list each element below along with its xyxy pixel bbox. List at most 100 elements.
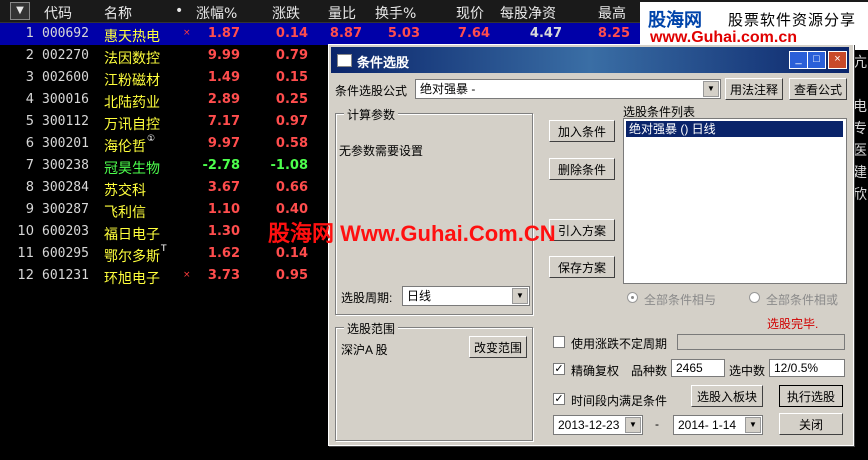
period-label: 选股周期: (341, 291, 393, 305)
mark-icon: × (183, 28, 191, 38)
header-vol-ratio[interactable]: 量比 (328, 3, 356, 23)
row-index: 9 (25, 202, 34, 217)
count-value: 2465 (676, 361, 703, 375)
usage-notes-button[interactable]: 用法注释 (725, 78, 783, 100)
exact-adjust-checkbox[interactable]: ✓ (553, 363, 565, 375)
price-change: 0.58 (275, 136, 308, 151)
stock-code: 300287 (42, 202, 89, 217)
radio-all-or[interactable] (749, 292, 760, 303)
add-condition-button[interactable]: 加入条件 (549, 120, 615, 142)
stock-code: 300112 (42, 114, 89, 129)
import-scheme-button[interactable]: 引入方案 (549, 219, 615, 241)
header-high[interactable]: 最高 (598, 3, 626, 23)
header-code[interactable]: 代码 (44, 3, 72, 23)
scope-value: 深沪A 股 (341, 343, 388, 357)
stock-badge: T (161, 244, 167, 254)
date-from-value: 2013-12-23 (558, 418, 620, 432)
pct-change: 1.30 (207, 224, 240, 239)
stock-name: 环旭电子 (104, 271, 160, 287)
date-from-select[interactable]: 2013-12-23 ▼ (553, 415, 643, 435)
stock-name: 海伦哲 (104, 139, 146, 155)
stock-name: 飞利信 (104, 205, 146, 221)
selected-label: 选中数 (729, 364, 766, 378)
row-index: 8 (25, 180, 34, 195)
pct-change: 2.89 (207, 92, 240, 107)
pct-change: 1.87 (207, 26, 240, 41)
pct-change: 1.62 (207, 246, 240, 261)
row-index: 4 (25, 92, 34, 107)
price-change: 0.40 (275, 202, 308, 217)
count-field: 2465 (671, 359, 725, 377)
close-window-button[interactable]: × (828, 51, 847, 69)
price-change: 0.14 (275, 26, 308, 41)
stock-code: 002270 (42, 48, 89, 63)
stock-code: 600203 (42, 224, 89, 239)
stock-code: 300284 (42, 180, 89, 195)
view-formula-button[interactable]: 查看公式 (789, 78, 847, 100)
header-turnover[interactable]: 换手% (375, 3, 416, 23)
header-chg[interactable]: 涨跌 (272, 3, 300, 23)
scope-label: 选股范围 (344, 320, 399, 337)
pct-change: 9.99 (207, 48, 240, 63)
use-limit-label: 使用涨跌不定周期 (571, 337, 668, 351)
list-item[interactable]: 绝对强暴 () 日线 (626, 121, 843, 137)
price-change: 0.79 (275, 48, 308, 63)
row-index: 11 (17, 246, 34, 261)
pct-change: 1.10 (207, 202, 240, 217)
minimize-button[interactable]: _ (789, 51, 808, 69)
mark-icon: × (183, 270, 191, 280)
watermark-center-text: 股海网 Www.Guhai.Com.CN (268, 221, 556, 246)
row-index: 2 (25, 48, 34, 63)
edge-char: 专 (853, 121, 867, 137)
execute-button[interactable]: 执行选股 (779, 385, 843, 407)
status-text: 选股完毕. (767, 317, 819, 331)
change-scope-button[interactable]: 改变范围 (469, 336, 527, 358)
row-index: 7 (25, 158, 34, 173)
date-to-value: 2014- 1-14 (678, 418, 737, 432)
date-to-select[interactable]: 2014- 1-14 ▼ (673, 415, 763, 435)
row-index: 10 (17, 224, 34, 239)
price-change: 0.25 (275, 92, 308, 107)
row-index: 1 (25, 26, 34, 41)
stock-code: 300016 (42, 92, 89, 107)
stock-name: 鄂尔多斯 (104, 249, 160, 265)
period-select[interactable]: 日线 ▼ (402, 286, 530, 306)
close-button[interactable]: 关闭 (779, 413, 843, 435)
row-index: 12 (17, 268, 34, 283)
stock-code: 000692 (42, 26, 89, 41)
save-scheme-button[interactable]: 保存方案 (549, 256, 615, 278)
header-name[interactable]: 名称 (104, 3, 132, 23)
dialog-titlebar[interactable]: 条件选股 _ □ × (331, 47, 849, 73)
in-period-checkbox[interactable]: ✓ (553, 393, 565, 405)
to-sector-button[interactable]: 选股入板块 (691, 385, 763, 407)
maximize-button[interactable]: □ (807, 51, 826, 69)
stock-code: 002600 (42, 70, 89, 85)
chevron-down-icon: ▼ (625, 417, 641, 433)
radio-all-and[interactable] (627, 292, 638, 303)
stock-name: 江粉磁材 (104, 73, 160, 89)
condition-list[interactable]: 绝对强暴 () 日线 (623, 118, 847, 284)
formula-value: 绝对强暴 - (420, 82, 476, 96)
watermark-banner: 股海网 股票软件资源分享 www.Guhai.com.cn (640, 2, 868, 50)
formula-select[interactable]: 绝对强暴 - ▼ (415, 79, 721, 99)
pct-change: 9.97 (207, 136, 240, 151)
stock-name: 北陆药业 (104, 95, 160, 111)
price-change: 0.14 (275, 246, 308, 261)
stock-code: 300201 (42, 136, 89, 151)
row-index: 3 (25, 70, 34, 85)
edge-char: 电 (853, 99, 867, 115)
radio-all-and-label: 全部条件相与 (644, 293, 717, 307)
row-index: 6 (25, 136, 34, 151)
header-price[interactable]: 现价 (456, 3, 484, 23)
no-params-text: 无参数需要设置 (339, 144, 424, 158)
use-limit-checkbox[interactable] (553, 336, 565, 348)
header-nav[interactable]: 每股净资 (500, 3, 556, 23)
column-menu-button[interactable]: ▼ (10, 2, 30, 20)
pct-change: 1.49 (207, 70, 240, 85)
delete-condition-button[interactable]: 删除条件 (549, 158, 615, 180)
price-change: 0.15 (275, 70, 308, 85)
limit-period-field[interactable] (677, 334, 845, 350)
high-price: 8.25 (597, 26, 630, 41)
header-pct[interactable]: 涨幅% (196, 3, 237, 23)
chevron-down-icon: ▼ (745, 417, 761, 433)
